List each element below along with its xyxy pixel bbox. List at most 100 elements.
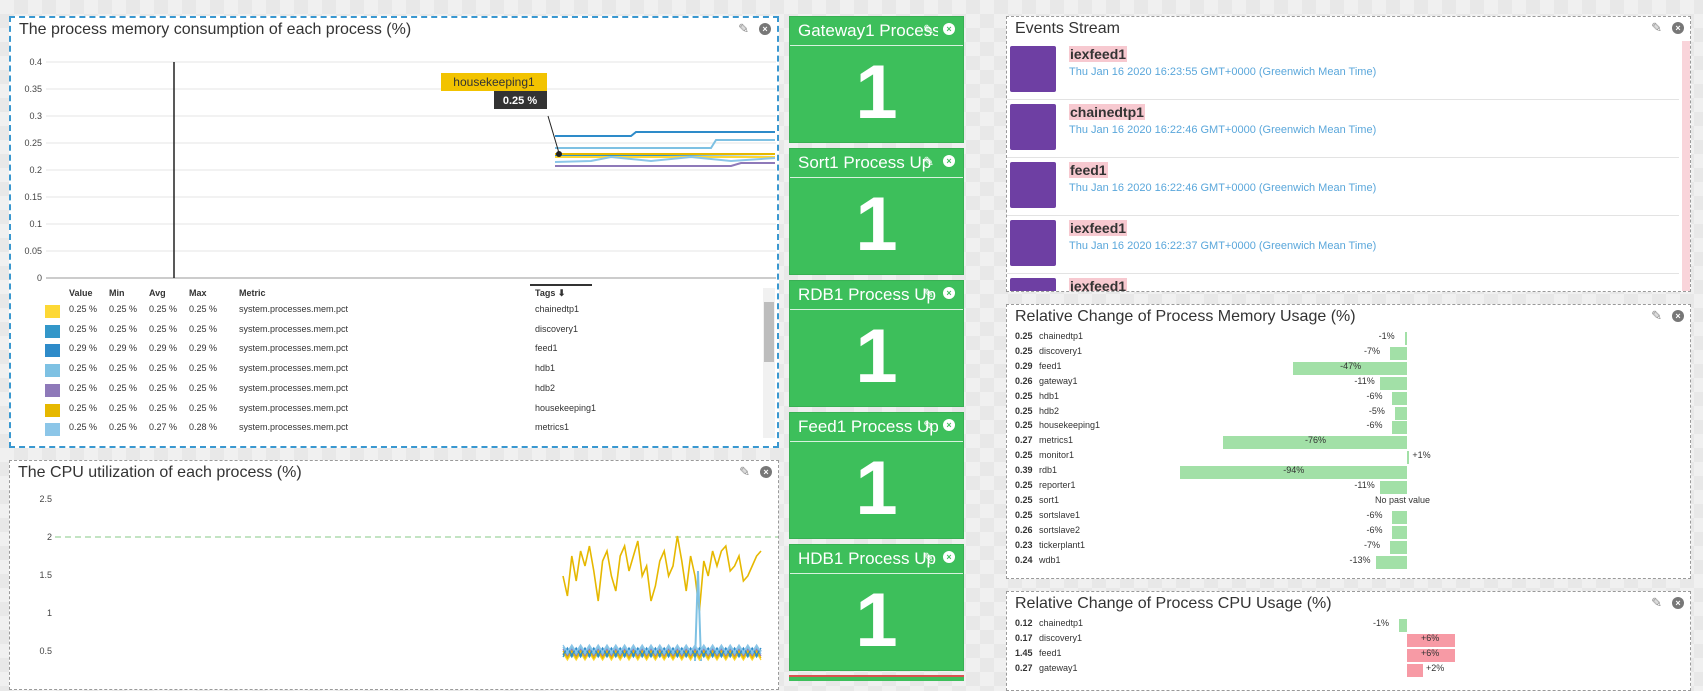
event-time: Thu Jan 16 2020 16:22:37 GMT+0000 (Green… xyxy=(1069,240,1377,252)
tooltip-value: 0.25 % xyxy=(503,95,537,107)
x-tick-label: 16:35 xyxy=(598,285,621,286)
event-name[interactable]: iexfeed1 xyxy=(1069,220,1128,236)
memory-widget[interactable]: The process memory consumption of each p… xyxy=(9,16,779,448)
event-name[interactable]: iexfeed1 xyxy=(1069,46,1128,62)
change-row[interactable]: 0.27 gateway1 +2% xyxy=(1007,663,1679,678)
mem-change-title: Relative Change of Process Memory Usage … xyxy=(1015,308,1356,325)
tile-gateway1[interactable]: Gateway1 Process .. ✎ × 1 xyxy=(789,16,964,143)
event-item[interactable]: iexfeed1 Thu Jan 16 2020 16:23:55 GMT+00… xyxy=(1007,41,1679,100)
change-row[interactable]: 0.25 housekeeping1 -6% xyxy=(1007,420,1679,435)
cpu-chart[interactable]: 2.5 2 1.5 1 0.5 xyxy=(10,481,779,681)
change-row[interactable]: 0.26 sortslave2 -6% xyxy=(1007,525,1679,540)
change-row[interactable]: 0.26 gateway1 -11% xyxy=(1007,376,1679,391)
change-row[interactable]: 0.25 hdb2 -5% xyxy=(1007,406,1679,421)
change-percent: No past value xyxy=(1375,494,1431,505)
change-row[interactable]: 0.25 sort1 No past value xyxy=(1007,495,1679,510)
mem-change-widget[interactable]: Relative Change of Process Memory Usage … xyxy=(1006,304,1691,579)
edit-icon[interactable]: ✎ xyxy=(923,551,934,565)
memory-chart[interactable]: 0.4 0.35 0.3 0.25 0.2 0.15 0.1 0.05 0 15:50 15:55 1… xyxy=(11,36,779,286)
close-icon[interactable]: × xyxy=(943,287,955,299)
change-row[interactable]: 0.25 hdb1 -6% xyxy=(1007,391,1679,406)
edit-icon[interactable]: ✎ xyxy=(923,287,934,301)
cpu-widget[interactable]: The CPU utilization of each process (%) … xyxy=(9,460,779,690)
change-process-name: gateway1 xyxy=(1039,375,1078,386)
close-icon[interactable]: × xyxy=(943,23,955,35)
close-icon[interactable]: × xyxy=(1672,597,1684,609)
event-name[interactable]: iexfeed1 xyxy=(1069,278,1128,291)
edit-icon[interactable]: ✎ xyxy=(923,23,934,37)
legend-header-min: Min xyxy=(109,288,125,298)
change-percent: -6% xyxy=(1366,390,1383,401)
change-row[interactable]: 0.25 discovery1 -7% xyxy=(1007,346,1679,361)
legend-row[interactable]: 0.25 % 0.25 % 0.25 % 0.25 % system.processes… xyxy=(25,383,745,401)
legend-row[interactable]: 0.29 % 0.29 % 0.29 % 0.29 % system.processes… xyxy=(25,343,745,361)
event-name[interactable]: feed1 xyxy=(1069,162,1108,178)
change-row[interactable]: 0.23 tickerplant1 -7% xyxy=(1007,540,1679,555)
y-tick-label: 0.25 xyxy=(24,138,42,148)
edit-icon[interactable]: ✎ xyxy=(923,155,934,169)
change-row[interactable]: 0.25 monitor1 +1% xyxy=(1007,450,1679,465)
legend-scrollbar[interactable] xyxy=(763,288,775,438)
change-row[interactable]: 0.25 reporter1 -11% xyxy=(1007,480,1679,495)
close-icon[interactable]: × xyxy=(759,23,771,35)
legend-row[interactable]: 0.25 % 0.25 % 0.25 % 0.25 % system.processes… xyxy=(25,363,745,381)
event-name[interactable]: chainedtp1 xyxy=(1069,104,1145,120)
change-process-name: wdb1 xyxy=(1039,554,1061,565)
change-row[interactable]: 0.25 chainedtp1 -1% xyxy=(1007,331,1679,346)
cpu-change-widget[interactable]: Relative Change of Process CPU Usage (%)… xyxy=(1006,591,1691,691)
y-tick-label: 0.1 xyxy=(29,219,42,229)
x-tick-label: 15:55 xyxy=(146,285,169,286)
event-item[interactable]: chainedtp1 Thu Jan 16 2020 16:22:46 GMT+… xyxy=(1007,99,1679,158)
tile-sort1[interactable]: Sort1 Process Up ✎ × 1 xyxy=(789,148,964,275)
change-bar-negative xyxy=(1399,619,1407,632)
legend-max: 0.25 % xyxy=(189,402,218,413)
change-bar-positive xyxy=(1407,451,1410,465)
close-icon[interactable]: × xyxy=(1672,22,1684,34)
x-tick-label: 16:05 xyxy=(259,285,282,286)
change-row[interactable]: 0.39 rdb1 -94% xyxy=(1007,465,1679,480)
event-item[interactable]: feed1 Thu Jan 16 2020 16:22:46 GMT+0000 … xyxy=(1007,157,1679,216)
edit-icon[interactable]: ✎ xyxy=(1651,596,1662,610)
events-list[interactable]: iexfeed1 Thu Jan 16 2020 16:23:55 GMT+00… xyxy=(1007,41,1679,291)
edit-icon[interactable]: ✎ xyxy=(738,22,749,36)
legend-row[interactable]: 0.25 % 0.25 % 0.25 % 0.25 % system.processes… xyxy=(25,324,745,342)
tile-title: HDB1 Process Up xyxy=(798,549,936,568)
change-row[interactable]: 1.45 feed1 +6% xyxy=(1007,648,1679,663)
tile-hdb1[interactable]: HDB1 Process Up ✎ × 1 xyxy=(789,544,964,671)
change-row[interactable]: 0.17 discovery1 +6% xyxy=(1007,633,1679,648)
legend-row[interactable]: 0.25 % 0.25 % 0.25 % 0.25 % system.processes… xyxy=(25,403,745,421)
legend-header-tags[interactable]: Tags ⬇ xyxy=(535,288,565,299)
edit-icon[interactable]: ✎ xyxy=(1651,309,1662,323)
close-icon[interactable]: × xyxy=(943,551,955,563)
change-row[interactable]: 0.12 chainedtp1 -1% xyxy=(1007,618,1679,633)
change-row[interactable]: 0.29 feed1 -47% xyxy=(1007,361,1679,376)
change-row[interactable]: 0.25 sortslave1 -6% xyxy=(1007,510,1679,525)
edit-icon[interactable]: ✎ xyxy=(923,419,934,433)
close-icon[interactable]: × xyxy=(943,419,955,431)
datadog-avatar-icon xyxy=(1010,46,1056,92)
event-item[interactable]: iexfeed1 xyxy=(1007,273,1679,291)
legend-row[interactable]: 0.25 % 0.25 % 0.25 % 0.25 % system.processes… xyxy=(25,304,745,322)
edit-icon[interactable]: ✎ xyxy=(739,465,750,479)
events-widget[interactable]: Events Stream ✎ × iexfeed1 Thu Jan 16 20… xyxy=(1006,16,1691,292)
change-percent: -5% xyxy=(1368,405,1385,416)
legend-value: 0.25 % xyxy=(69,363,98,374)
event-time: Thu Jan 16 2020 16:23:55 GMT+0000 (Green… xyxy=(1069,66,1377,78)
legend-min: 0.25 % xyxy=(109,382,138,393)
change-row[interactable]: 0.27 metrics1 -76% xyxy=(1007,435,1679,450)
close-icon[interactable]: × xyxy=(760,466,772,478)
tile-rdb1[interactable]: RDB1 Process Up ✎ × 1 xyxy=(789,280,964,407)
close-icon[interactable]: × xyxy=(1672,310,1684,322)
tile-feed1[interactable]: Feed1 Process Up ✎ × 1 xyxy=(789,412,964,539)
events-scrollbar[interactable] xyxy=(1682,41,1690,291)
close-icon[interactable]: × xyxy=(943,155,955,167)
change-row[interactable]: 0.24 wdb1 -13% xyxy=(1007,555,1679,570)
change-process-name: sortslave1 xyxy=(1039,509,1081,520)
edit-icon[interactable]: ✎ xyxy=(1651,21,1662,35)
change-value: 0.25 xyxy=(1015,509,1033,520)
change-bar-negative xyxy=(1392,391,1407,405)
change-process-name: chainedtp1 xyxy=(1039,331,1084,341)
legend-row[interactable]: 0.25 % 0.25 % 0.27 % 0.28 % system.processes… xyxy=(25,422,745,440)
event-item[interactable]: iexfeed1 Thu Jan 16 2020 16:22:37 GMT+00… xyxy=(1007,215,1679,274)
y-tick-label: 0.35 xyxy=(24,84,42,94)
